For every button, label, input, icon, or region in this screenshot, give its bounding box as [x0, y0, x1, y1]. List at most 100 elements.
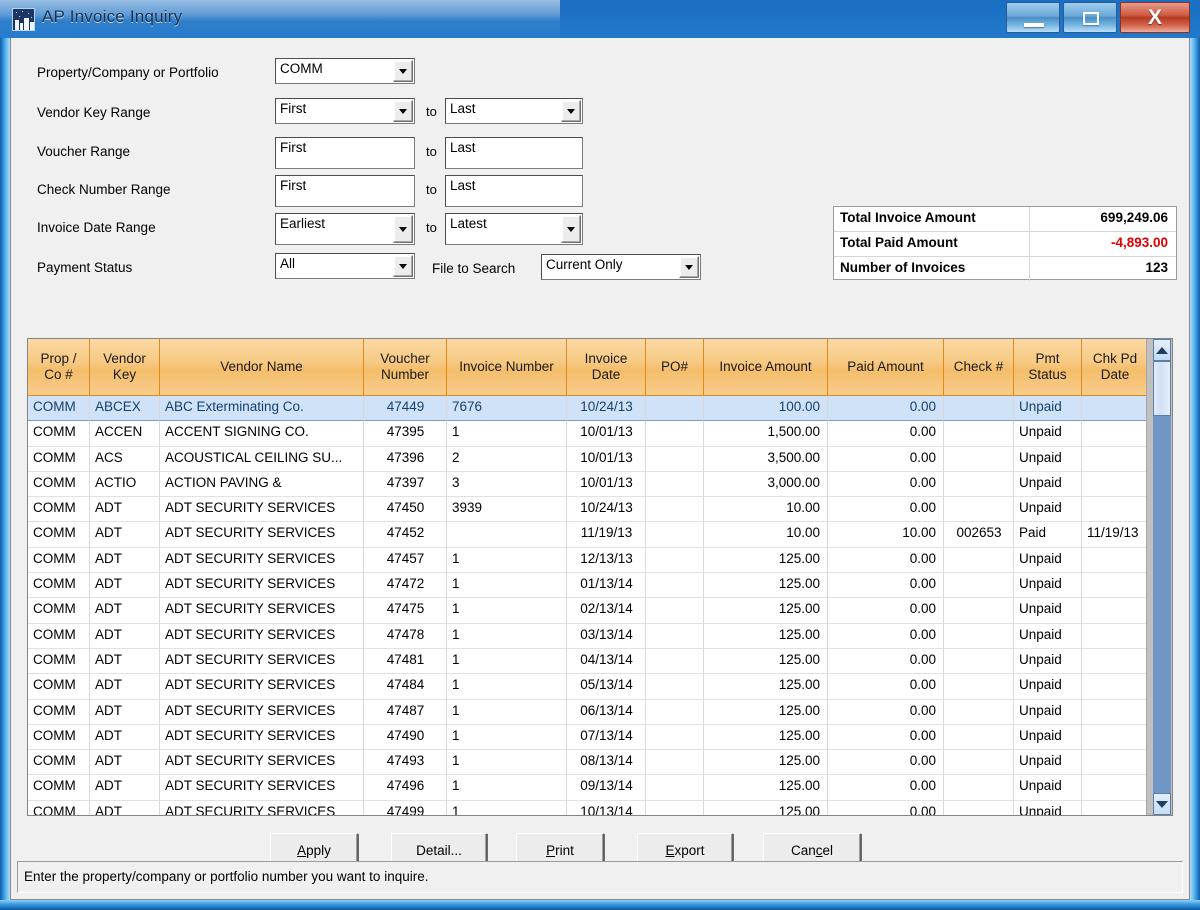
column-header[interactable]: Invoice Amount	[704, 339, 828, 396]
table-cell	[646, 699, 704, 725]
table-cell: ADT	[90, 598, 160, 624]
table-row[interactable]: COMM ACS ACOUSTICAL CEILING SU... 47396 2 10/…	[28, 446, 1148, 472]
table-cell	[646, 421, 704, 447]
column-header[interactable]: Check #	[944, 339, 1014, 396]
table-row[interactable]: COMM ADT ADT SECURITY SERVICES 47490 1 07/13/…	[28, 724, 1148, 751]
column-header[interactable]: Chk Pd Date	[1082, 339, 1148, 396]
table-row[interactable]: COMM ADT ADT SECURITY SERVICES 47484 1 05/13/…	[28, 674, 1148, 700]
chevron-down-icon[interactable]	[561, 100, 581, 122]
table-row[interactable]: COMM ADT ADT SECURITY SERVICES 47487 1 06/13/…	[28, 699, 1148, 725]
voucher-from-input[interactable]: First	[275, 137, 415, 169]
maximize-button[interactable]	[1063, 2, 1117, 33]
table-cell: 47452	[364, 522, 447, 548]
table-cell	[1082, 447, 1148, 472]
grid-header-row: Prop / Co # Vendor Key Vendor Name Voucher Num…	[28, 339, 1148, 396]
table-cell: 10/24/13	[567, 396, 646, 422]
vendor-key-from-select[interactable]: First	[275, 98, 415, 124]
column-header[interactable]: Invoice Date	[567, 339, 646, 396]
table-row[interactable]: COMM ADT ADT SECURITY SERVICES 47499 1 10/13/…	[28, 800, 1148, 815]
scroll-down-button[interactable]	[1153, 793, 1171, 815]
table-cell	[1082, 421, 1148, 447]
table-cell	[646, 598, 704, 624]
column-header[interactable]: PO#	[646, 339, 704, 396]
table-cell: 0.00	[828, 648, 944, 675]
payment-status-select[interactable]: All	[275, 253, 415, 279]
table-cell: 47395	[364, 421, 447, 447]
column-header[interactable]: Paid Amount	[828, 339, 944, 396]
table-cell: ABC Exterminating Co.	[160, 396, 364, 422]
table-cell	[646, 800, 704, 815]
summary-row: Total Invoice Amount 699,249.06	[834, 207, 1176, 232]
table-cell	[1082, 598, 1148, 624]
title-bar[interactable]: AP Invoice Inquiry X	[0, 0, 1200, 38]
table-cell: 1	[447, 598, 567, 624]
table-cell: 12/13/13	[567, 547, 646, 574]
table-cell: 1	[447, 775, 567, 801]
chevron-down-icon[interactable]	[393, 255, 413, 277]
column-header[interactable]: Invoice Number	[447, 339, 567, 396]
scroll-up-button[interactable]	[1153, 339, 1171, 361]
scrollbar-thumb[interactable]	[1153, 361, 1171, 416]
vendor-key-to-label: to	[426, 104, 437, 119]
vendor-key-to-select[interactable]: Last	[445, 98, 583, 124]
check-number-to-input[interactable]: Last	[445, 175, 583, 207]
table-cell: COMM	[28, 396, 90, 422]
table-cell: 0.00	[828, 497, 944, 523]
table-row[interactable]: COMM ADT ADT SECURITY SERVICES 47457 1 12/13/…	[28, 547, 1148, 574]
column-header[interactable]: Pmt Status	[1014, 339, 1082, 396]
close-button[interactable]: X	[1120, 2, 1190, 33]
invoice-date-to-select[interactable]: Latest	[445, 213, 583, 245]
table-cell: 125.00	[704, 648, 828, 675]
table-row[interactable]: COMM ADT ADT SECURITY SERVICES 47450 3939 10/…	[28, 497, 1148, 523]
vertical-scrollbar[interactable]	[1146, 339, 1172, 815]
table-cell	[646, 573, 704, 599]
table-row[interactable]: COMM ADT ADT SECURITY SERVICES 47496 1 09/13/…	[28, 775, 1148, 801]
table-cell: ACCEN	[90, 421, 160, 447]
table-row[interactable]: COMM ADT ADT SECURITY SERVICES 47478 1 03/13/…	[28, 623, 1148, 649]
column-header[interactable]: Voucher Number	[364, 339, 447, 396]
invoice-date-from-select[interactable]: Earliest	[275, 213, 415, 245]
table-row[interactable]: COMM ADT ADT SECURITY SERVICES 47452 11/19/1…	[28, 522, 1148, 548]
check-number-from-input[interactable]: First	[275, 175, 415, 207]
table-cell: ADT SECURITY SERVICES	[160, 598, 364, 624]
table-row[interactable]: COMM ACTIO ACTION PAVING & 47397 3 10/01/13 3,…	[28, 471, 1148, 498]
table-row[interactable]: COMM ACCEN ACCENT SIGNING CO. 47395 1 10/01/1…	[28, 421, 1148, 447]
table-cell: 125.00	[704, 598, 828, 624]
chevron-down-icon[interactable]	[393, 215, 413, 243]
table-cell: COMM	[28, 547, 90, 574]
window-title: AP Invoice Inquiry	[42, 7, 183, 26]
column-header[interactable]: Prop / Co #	[28, 339, 90, 396]
column-header[interactable]: Vendor Name	[160, 339, 364, 396]
chevron-down-icon[interactable]	[393, 60, 413, 82]
table-row[interactable]: COMM ADT ADT SECURITY SERVICES 47472 1 01/13/…	[28, 573, 1148, 599]
table-cell: Unpaid	[1014, 446, 1082, 472]
table-cell: COMM	[28, 648, 90, 675]
table-cell: 47499	[364, 800, 447, 815]
voucher-to-input[interactable]: Last	[445, 137, 583, 169]
property-company-label: Property/Company or Portfolio	[37, 65, 219, 80]
table-cell: ADT SECURITY SERVICES	[160, 573, 364, 599]
column-header[interactable]: Vendor Key	[90, 339, 160, 396]
table-row[interactable]: COMM ADT ADT SECURITY SERVICES 47481 1 04/13/…	[28, 648, 1148, 675]
table-cell	[1082, 674, 1148, 700]
table-cell	[944, 598, 1014, 624]
chevron-down-icon[interactable]	[393, 100, 413, 122]
table-cell: 0.00	[828, 775, 944, 801]
building-icon	[12, 8, 35, 31]
table-cell: COMM	[28, 674, 90, 700]
table-cell: Unpaid	[1014, 775, 1082, 801]
table-cell	[646, 522, 704, 548]
chevron-down-icon[interactable]	[561, 215, 581, 243]
minimize-button[interactable]	[1006, 2, 1060, 33]
table-cell: Unpaid	[1014, 421, 1082, 447]
button-label: Apply	[297, 843, 331, 858]
table-cell: COMM	[28, 497, 90, 523]
table-row[interactable]: COMM ADT ADT SECURITY SERVICES 47475 1 02/13/…	[28, 598, 1148, 624]
table-cell: 3	[447, 471, 567, 498]
file-to-search-select[interactable]: Current Only	[541, 254, 701, 280]
table-row[interactable]: COMM ABCEX ABC Exterminating Co. 47449 7676 1…	[28, 396, 1148, 422]
table-row[interactable]: COMM ADT ADT SECURITY SERVICES 47493 1 08/13/…	[28, 750, 1148, 776]
scrollbar-track[interactable]	[1153, 361, 1171, 793]
chevron-down-icon[interactable]	[679, 256, 699, 278]
property-company-select[interactable]: COMM	[275, 58, 415, 84]
